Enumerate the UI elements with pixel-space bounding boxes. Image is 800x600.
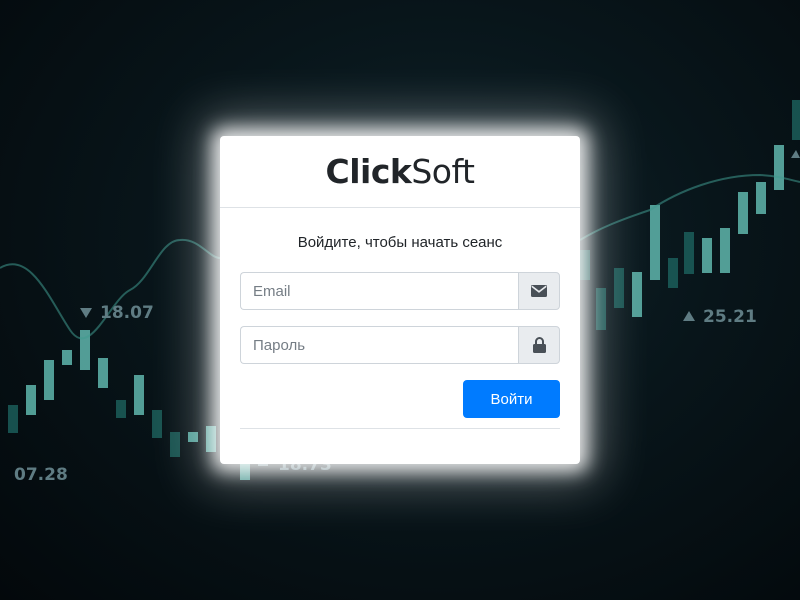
logo-light-part: Soft [411,152,475,191]
email-input-group [240,272,560,310]
bg-candle [134,375,144,415]
down-arrow-marker [80,308,92,318]
email-addon [518,272,560,310]
bg-candle [650,205,660,280]
bg-price-label-3: 07.28 [14,465,68,485]
form-actions: Войти [240,380,560,418]
bg-candle [188,432,198,442]
bg-candle [702,238,712,273]
bg-candle [26,385,36,415]
bg-candle [792,100,800,140]
bg-candle [206,426,216,452]
login-form: Войдите, чтобы начать сеанс Email Войти [220,208,580,429]
up-arrow-marker-top [791,150,800,158]
bg-candle [596,288,606,330]
bg-candle [774,145,784,190]
password-addon [518,326,560,364]
bg-candle [614,268,624,308]
bg-candle [152,410,162,438]
bg-candle [668,258,678,288]
bg-candle [756,182,766,214]
login-page: 18.07 25.21 07.28 18.73 ClickSoft Войдит… [0,0,800,600]
login-button[interactable]: Войти [463,380,560,418]
card-header: ClickSoft [220,136,580,208]
bg-candle [580,250,590,280]
bg-candle [738,192,748,234]
envelope-icon [531,285,547,297]
bg-candle [62,350,72,365]
up-arrow-marker [683,311,695,321]
bg-candle [116,400,126,418]
bg-price-label-1: 18.07 [100,303,154,323]
bg-candle [44,360,54,400]
email-input[interactable] [240,272,518,310]
password-input-group [240,326,560,364]
bg-candle [684,232,694,274]
lock-icon [532,337,546,353]
login-card: ClickSoft Войдите, чтобы начать сеанс Em… [220,136,580,464]
bg-candle [98,358,108,388]
bg-candle [170,432,180,457]
bg-candle [632,272,642,317]
footer-divider [240,428,560,429]
password-input[interactable] [240,326,518,364]
brand-logo: ClickSoft [326,155,475,188]
bg-candle [8,405,18,433]
bg-price-label-2: 25.21 [703,307,757,327]
bg-candle [720,228,730,273]
login-message: Войдите, чтобы начать сеанс [297,234,503,251]
logo-bold-part: Click [325,152,412,191]
